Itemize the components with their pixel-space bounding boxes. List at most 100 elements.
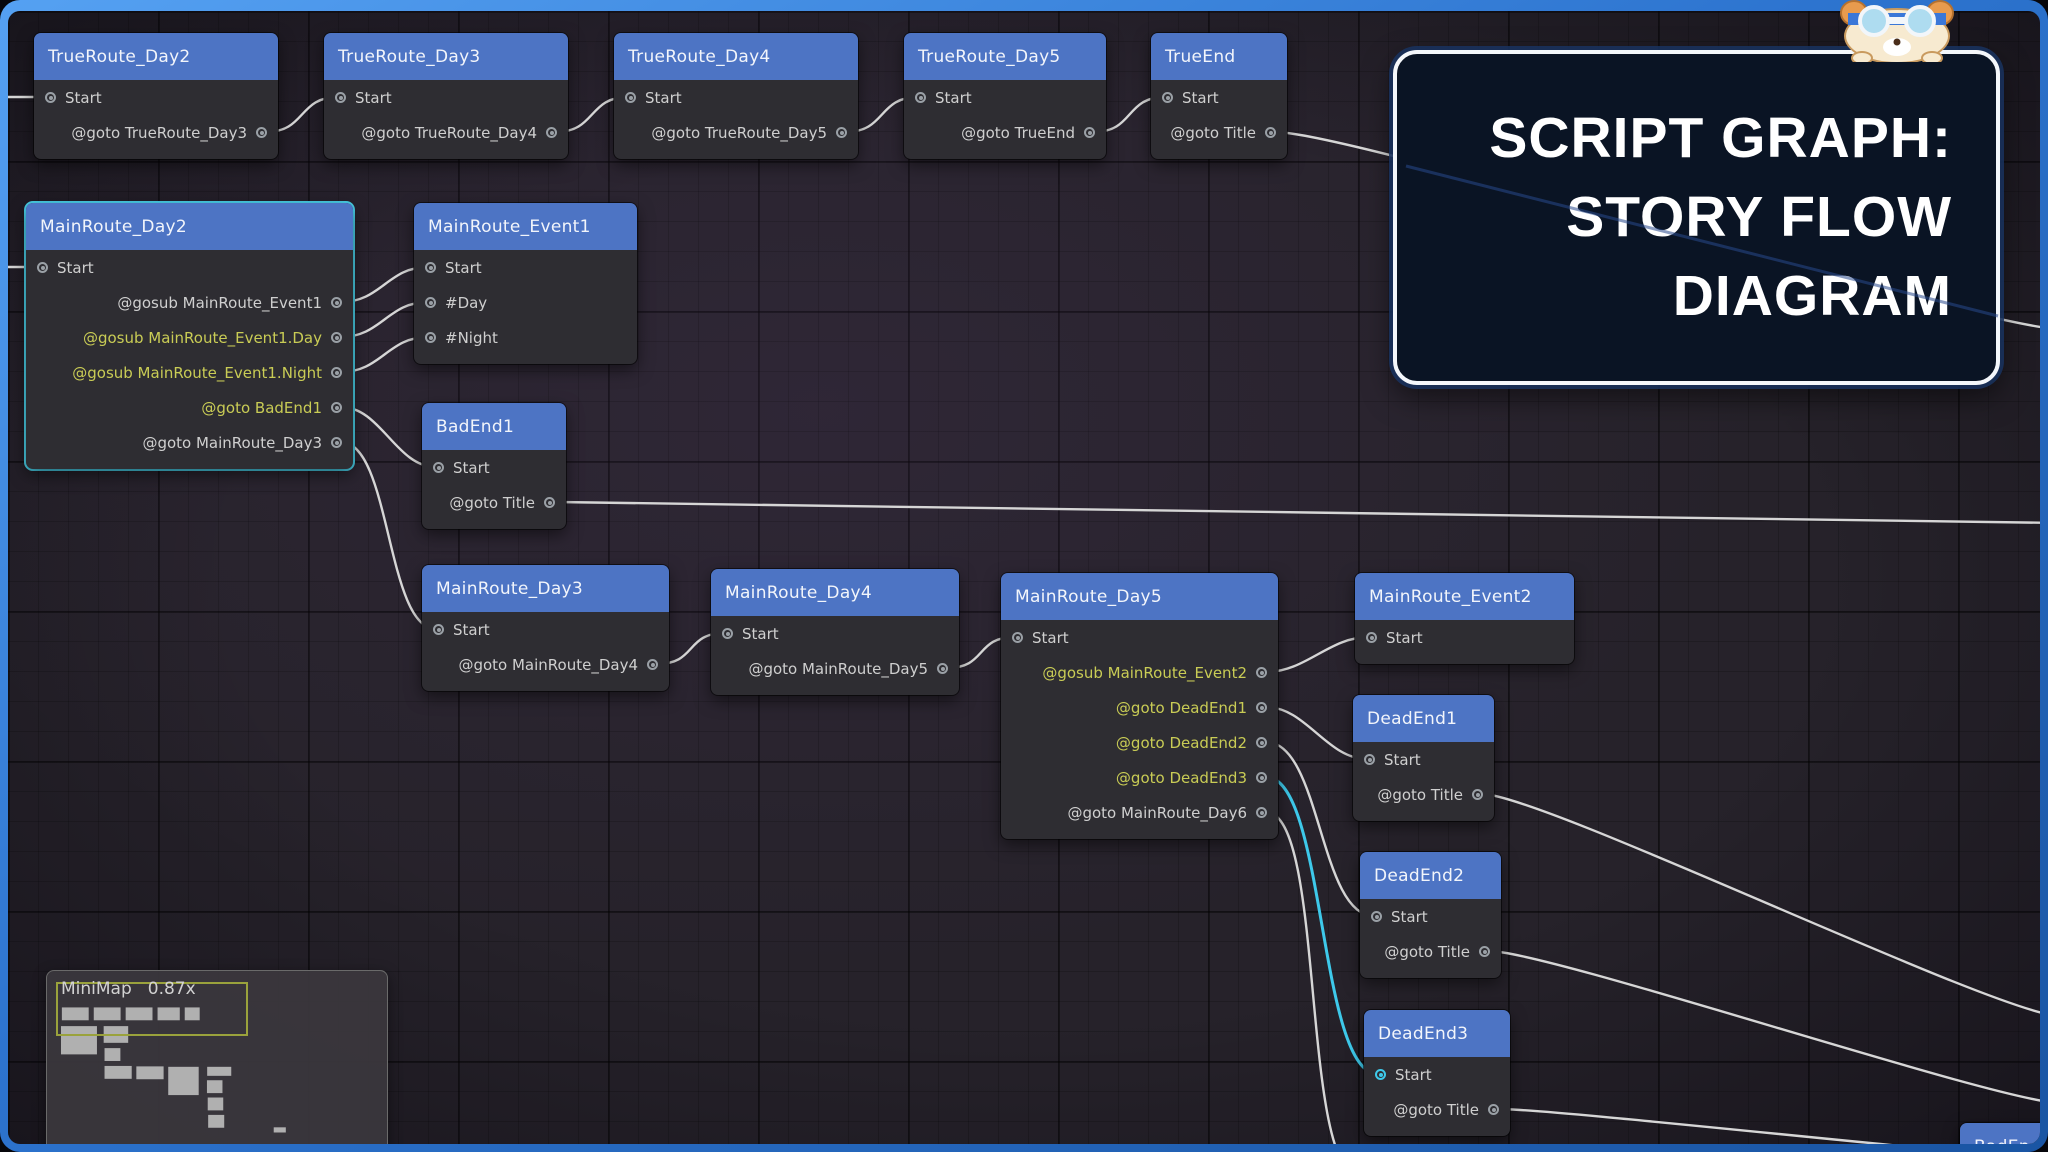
node-title[interactable]: TrueRoute_Day3 (324, 33, 568, 80)
graph-node-deadend2[interactable]: DeadEnd2Start@goto Title (1360, 852, 1501, 978)
input-port-icon[interactable] (433, 624, 444, 635)
node-title[interactable]: BadEnd (1960, 1123, 2040, 1144)
minimap-node-block (62, 1007, 89, 1020)
row-label: @gosub MainRoute_Event1.Day (83, 329, 322, 347)
node-title[interactable]: MainRoute_Day2 (26, 203, 353, 250)
row-label: Start (355, 89, 392, 107)
output-port-icon[interactable] (544, 497, 555, 508)
node-title[interactable]: TrueEnd (1151, 33, 1287, 80)
graph-node-deadend3[interactable]: DeadEnd3Start@goto Title (1364, 1010, 1510, 1136)
output-port-icon[interactable] (331, 332, 342, 343)
input-port-icon[interactable] (37, 262, 48, 273)
input-port-icon[interactable] (1375, 1069, 1386, 1080)
output-port-icon[interactable] (1256, 702, 1267, 713)
node-title[interactable]: BadEnd1 (422, 403, 566, 450)
minimap-node-block (207, 1067, 231, 1076)
output-row: @goto DeadEnd2 (1001, 725, 1278, 760)
node-title[interactable]: MainRoute_Day5 (1001, 573, 1278, 620)
input-port-icon[interactable] (45, 92, 56, 103)
output-row: @gosub MainRoute_Event1 (26, 285, 353, 320)
input-port-icon[interactable] (722, 628, 733, 639)
input-port-icon[interactable] (425, 262, 436, 273)
node-title[interactable]: MainRoute_Day3 (422, 565, 669, 612)
input-port-icon[interactable] (335, 92, 346, 103)
graph-canvas[interactable]: TrueRoute_Day2Start@goto TrueRoute_Day3T… (8, 11, 2040, 1144)
input-port-icon[interactable] (425, 332, 436, 343)
node-body: Start@goto Title (1353, 742, 1494, 821)
graph-node-mainroute-day3[interactable]: MainRoute_Day3Start@goto MainRoute_Day4 (422, 565, 669, 691)
graph-node-mainroute-day2[interactable]: MainRoute_Day2Start@gosub MainRoute_Even… (26, 203, 353, 469)
output-port-icon[interactable] (546, 127, 557, 138)
graph-node-mainroute-event1[interactable]: MainRoute_Event1Start#Day#Night (414, 203, 637, 364)
input-port-icon[interactable] (1162, 92, 1173, 103)
input-port-icon[interactable] (1366, 632, 1377, 643)
output-port-icon[interactable] (1256, 772, 1267, 783)
row-label: @goto MainRoute_Day3 (142, 434, 322, 452)
graph-node-trueroute-day4[interactable]: TrueRoute_Day4Start@goto TrueRoute_Day5 (614, 33, 858, 159)
output-port-icon[interactable] (1472, 789, 1483, 800)
output-port-icon[interactable] (1488, 1104, 1499, 1115)
input-port-icon[interactable] (1371, 911, 1382, 922)
row-label: Start (445, 259, 482, 277)
output-port-icon[interactable] (1479, 946, 1490, 957)
input-row: Start (711, 616, 959, 651)
output-port-icon[interactable] (1256, 807, 1267, 818)
row-label: Start (453, 621, 490, 639)
output-port-icon[interactable] (331, 367, 342, 378)
output-port-icon[interactable] (331, 402, 342, 413)
input-port-icon[interactable] (915, 92, 926, 103)
row-label: Start (1391, 908, 1428, 926)
graph-node-badend1[interactable]: BadEnd1Start@goto Title (422, 403, 566, 529)
input-row: Start (34, 80, 278, 115)
output-port-icon[interactable] (937, 663, 948, 674)
output-port-icon[interactable] (1084, 127, 1095, 138)
graph-node-trueroute-day3[interactable]: TrueRoute_Day3 Start @goto TrueRoute_Day4 (324, 33, 568, 159)
minimap-node-block (126, 1007, 153, 1020)
output-port-icon[interactable] (1256, 737, 1267, 748)
output-row: @goto MainRoute_Day3 (26, 425, 353, 460)
mascot-image (1822, 0, 1972, 62)
node-title[interactable]: TrueRoute_Day5 (904, 33, 1106, 80)
output-port-icon[interactable] (1265, 127, 1276, 138)
minimap-title: MiniMap (61, 979, 132, 999)
output-port-icon[interactable] (331, 297, 342, 308)
minimap[interactable]: MiniMap 0.87x (46, 970, 388, 1144)
input-port-icon[interactable] (1012, 632, 1023, 643)
minimap-node-block (61, 1026, 97, 1054)
input-row: Start (324, 80, 568, 115)
node-title[interactable]: TrueRoute_Day4 (614, 33, 858, 80)
node-title[interactable]: DeadEnd1 (1353, 695, 1494, 742)
output-row: @goto Title (1353, 777, 1494, 812)
output-port-icon[interactable] (1256, 667, 1267, 678)
title-card-line-1: SCRIPT GRAPH: (1489, 110, 1952, 167)
output-port-icon[interactable] (256, 127, 267, 138)
input-port-icon[interactable] (625, 92, 636, 103)
graph-node-trueroute-day5[interactable]: TrueRoute_Day5Start@goto TrueEnd (904, 33, 1106, 159)
input-port-icon[interactable] (433, 462, 444, 473)
minimap-node-block (208, 1115, 224, 1128)
graph-node-trueroute-day2[interactable]: TrueRoute_Day2Start@goto TrueRoute_Day3 (34, 33, 278, 159)
input-row: Start (422, 450, 566, 485)
graph-node-badend-partial[interactable]: BadEnd (1960, 1123, 2040, 1144)
graph-node-trueend[interactable]: TrueEndStart@goto Title (1151, 33, 1287, 159)
node-title[interactable]: DeadEnd2 (1360, 852, 1501, 899)
node-title[interactable]: MainRoute_Day4 (711, 569, 959, 616)
node-title[interactable]: MainRoute_Event2 (1355, 573, 1574, 620)
row-label: @goto Title (1393, 1101, 1479, 1119)
node-title[interactable]: MainRoute_Event1 (414, 203, 637, 250)
input-port-icon[interactable] (425, 297, 436, 308)
output-port-icon[interactable] (331, 437, 342, 448)
row-label: @goto TrueRoute_Day5 (651, 124, 827, 142)
output-port-icon[interactable] (836, 127, 847, 138)
input-row: Start (1355, 620, 1574, 655)
node-title[interactable]: TrueRoute_Day2 (34, 33, 278, 80)
graph-node-mainroute-day5[interactable]: MainRoute_Day5Start@gosub MainRoute_Even… (1001, 573, 1278, 839)
input-port-icon[interactable] (1364, 754, 1375, 765)
graph-node-mainroute-day4[interactable]: MainRoute_Day4Start@goto MainRoute_Day5 (711, 569, 959, 695)
graph-node-deadend1[interactable]: DeadEnd1Start@goto Title (1353, 695, 1494, 821)
graph-node-mainroute-event2[interactable]: MainRoute_Event2Start (1355, 573, 1574, 664)
input-row: Start (1001, 620, 1278, 655)
node-title[interactable]: DeadEnd3 (1364, 1010, 1510, 1057)
row-label: @goto TrueRoute_Day4 (361, 124, 537, 142)
output-port-icon[interactable] (647, 659, 658, 670)
